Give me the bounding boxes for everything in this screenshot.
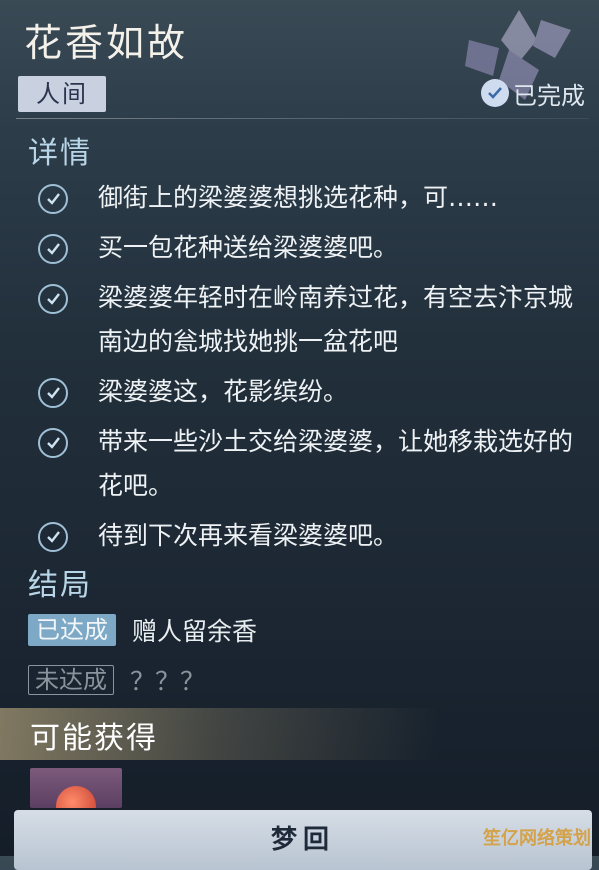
ending-unachieved: 未达成 ？？？	[28, 662, 205, 698]
list-item: 梁婆婆年轻时在岭南养过花，有空去汴京城南边的瓮城找她挑一盆花吧	[38, 276, 594, 364]
quest-panel: 花香如故 人间 已完成 详情 御街上的梁婆婆想挑选花种，可…… 买一包花种送给梁…	[0, 0, 599, 870]
list-item: 买一包花种送给梁婆婆吧。	[38, 226, 594, 270]
detail-text: 待到下次再来看梁婆婆吧。	[98, 521, 399, 550]
detail-text: 御街上的梁婆婆想挑选花种，可……	[98, 183, 499, 212]
quest-category-tag: 人间	[18, 76, 106, 112]
header-divider	[16, 118, 589, 119]
detail-text: 带来一些沙土交给梁婆婆，让她移栽选好的花吧。	[98, 427, 574, 500]
detail-text: 梁婆婆年轻时在岭南养过花，有空去汴京城南边的瓮城找她挑一盆花吧	[98, 283, 574, 356]
quest-title: 花香如故	[24, 21, 189, 65]
quest-status: 已完成	[481, 76, 585, 110]
detail-text: 梁婆婆这，花影缤纷。	[98, 377, 349, 406]
checkmark-icon	[38, 234, 68, 264]
quest-status-label: 已完成	[513, 81, 585, 110]
rewards-heading: 可能获得	[30, 721, 158, 756]
details-heading: 详情	[28, 136, 92, 171]
unachieved-badge: 未达成	[28, 665, 114, 695]
details-list: 御街上的梁婆婆想挑选花种，可…… 买一包花种送给梁婆婆吧。 梁婆婆年轻时在岭南养…	[38, 176, 594, 564]
ending-text: 赠人留余香	[132, 617, 258, 646]
list-item: 御街上的梁婆婆想挑选花种，可……	[38, 176, 594, 220]
ending-achieved: 已达成 赠人留余香	[28, 612, 257, 648]
checkmark-icon	[38, 184, 68, 214]
reward-item[interactable]	[30, 768, 122, 808]
list-item: 待到下次再来看梁婆婆吧。	[38, 514, 594, 558]
check-badge-icon	[481, 79, 509, 107]
checkmark-icon	[38, 428, 68, 458]
endings-heading: 结局	[28, 568, 92, 603]
watermark: 笙亿网络策划	[483, 828, 591, 849]
list-item: 带来一些沙土交给梁婆婆，让她移栽选好的花吧。	[38, 420, 594, 508]
checkmark-icon	[38, 522, 68, 552]
checkmark-icon	[38, 284, 68, 314]
gem-icon	[56, 786, 96, 808]
detail-text: 买一包花种送给梁婆婆吧。	[98, 233, 399, 262]
list-item: 梁婆婆这，花影缤纷。	[38, 370, 594, 414]
achieved-badge: 已达成	[28, 614, 116, 646]
checkmark-icon	[38, 378, 68, 408]
ending-text: ？？？	[130, 667, 206, 696]
